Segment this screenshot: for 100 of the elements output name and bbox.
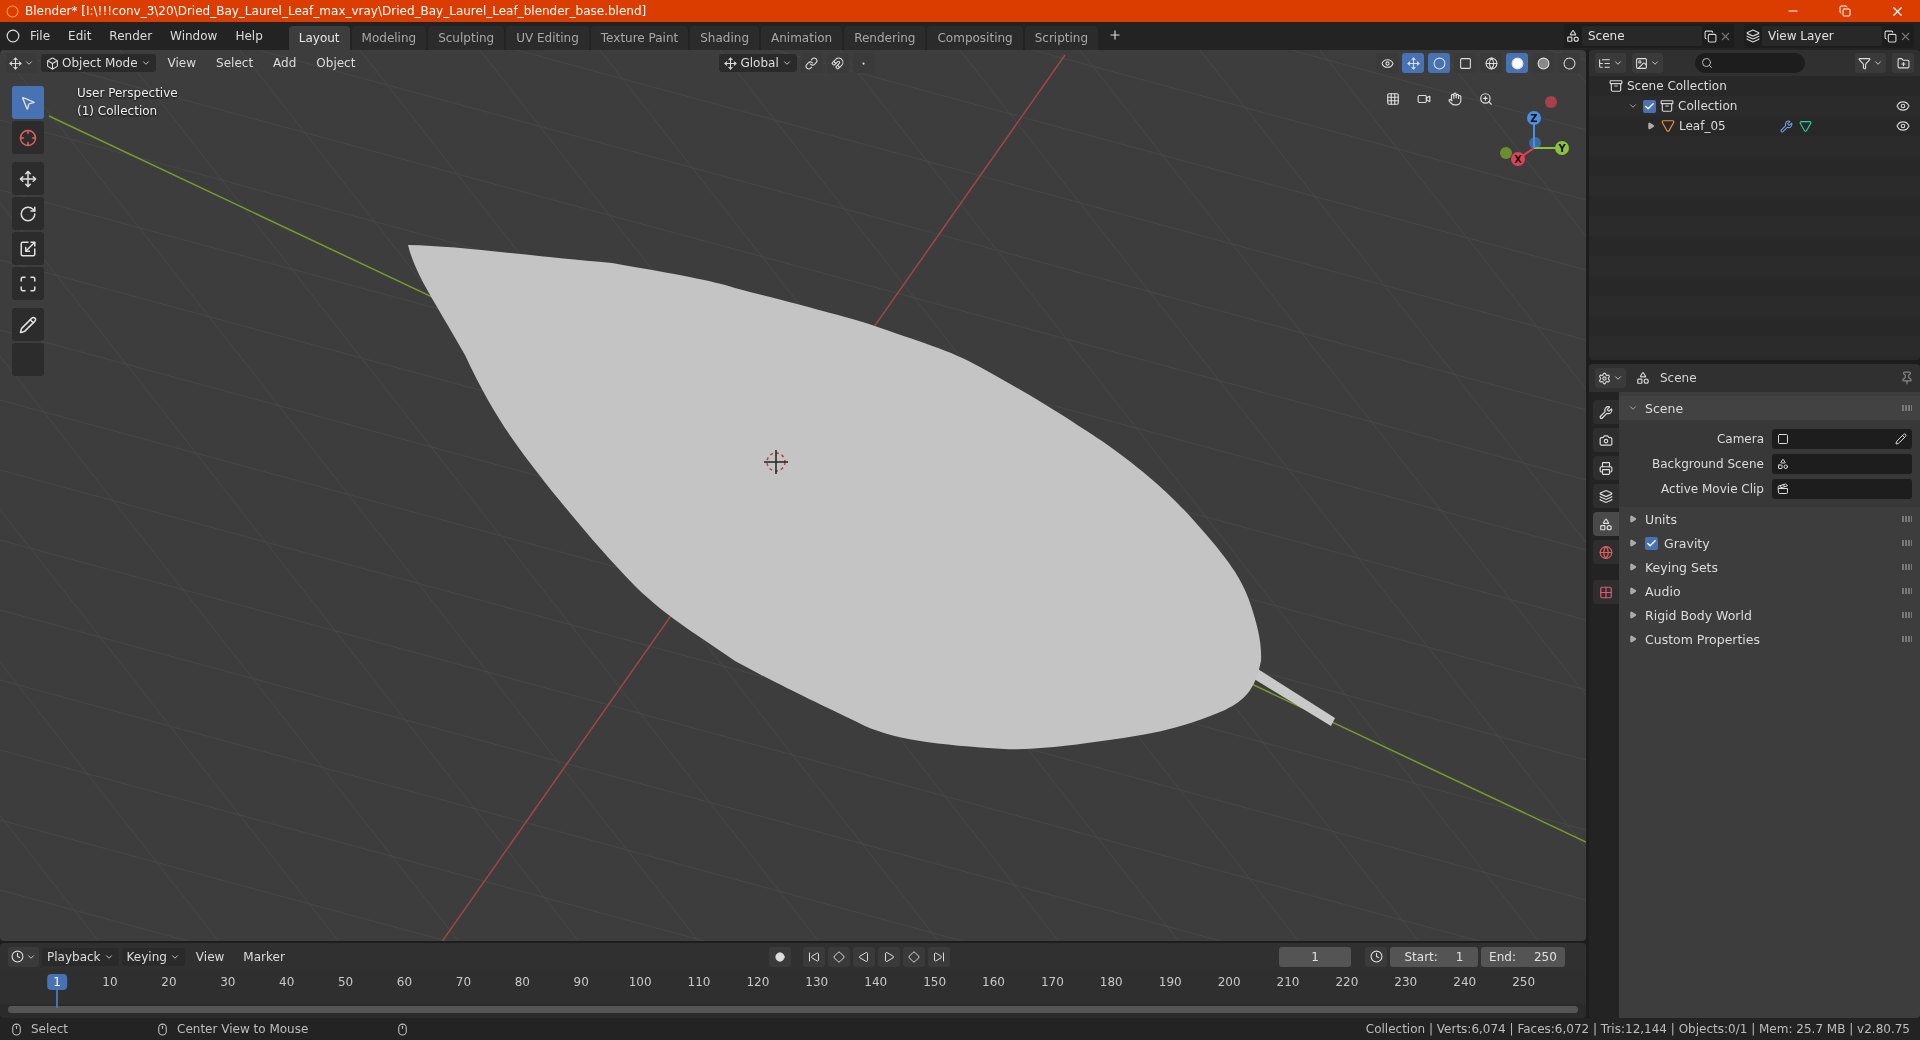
view-layer-selector[interactable]: View Layer — [1744, 24, 1914, 48]
current-frame-field[interactable]: 1 — [1279, 946, 1351, 967]
axis-gizmo[interactable]: X Y Z — [1490, 90, 1580, 170]
panel-header[interactable]: Rigid Body World — [1619, 603, 1920, 627]
workspace-tab[interactable]: Scripting — [1024, 26, 1099, 50]
workspace-tab[interactable]: Animation — [761, 26, 843, 50]
outliner-item-label[interactable]: Leaf_05 — [1679, 119, 1726, 133]
display-mode-button[interactable] — [1632, 53, 1663, 73]
panel-header[interactable]: Gravity — [1619, 531, 1920, 555]
overlay-button[interactable] — [1428, 53, 1450, 73]
timeline-dropdown[interactable]: Playback — [42, 947, 119, 966]
viewport-menu-item[interactable]: Add — [265, 53, 305, 73]
editor-type-button[interactable] — [1595, 53, 1626, 73]
outliner-item-label[interactable]: Collection — [1678, 99, 1738, 113]
mesh-icon — [1798, 119, 1812, 133]
workspace-tab[interactable]: Compositing — [927, 26, 1023, 50]
workspace-tab[interactable]: Sculpting — [428, 26, 505, 50]
collection-box-icon — [1609, 79, 1623, 93]
tool-button[interactable] — [12, 267, 44, 300]
shading-mode-button[interactable] — [1506, 53, 1528, 73]
viewport-menu-item[interactable]: Select — [208, 53, 262, 73]
field-label: Background Scene — [1651, 456, 1764, 471]
frame-number: 210 — [1275, 974, 1301, 990]
record-button[interactable] — [768, 946, 791, 967]
orientation-dropdown[interactable]: Global — [719, 54, 797, 72]
pencil-icon — [19, 315, 37, 334]
jump-start-button[interactable] — [802, 946, 825, 967]
object-mode-icon — [46, 56, 59, 70]
scene-field[interactable]: Scene — [1582, 26, 1702, 46]
panel-header[interactable]: Units — [1619, 507, 1920, 531]
tool-button[interactable] — [12, 162, 44, 195]
properties-tab[interactable] — [1593, 484, 1619, 508]
hand-icon — [1448, 91, 1462, 107]
workspace-tab[interactable]: Shading — [690, 26, 759, 50]
rotate-icon — [19, 204, 37, 223]
menu-item[interactable]: Help — [227, 26, 271, 46]
keyframe-icon — [907, 950, 920, 963]
new-collection-button[interactable] — [1892, 53, 1914, 73]
leaf-mesh[interactable] — [408, 245, 1335, 750]
editor-type-button[interactable] — [8, 946, 39, 967]
view-layer-field[interactable]: View Layer — [1762, 26, 1882, 46]
viewport-menu-item[interactable]: Object — [308, 53, 364, 73]
mouse-icon — [396, 1022, 410, 1036]
search-field[interactable] — [1695, 53, 1805, 73]
workspace-tab[interactable]: Modeling — [351, 26, 427, 50]
caret-icon — [1613, 373, 1623, 383]
input-field[interactable] — [1772, 428, 1912, 449]
properties-tab[interactable] — [1593, 428, 1619, 452]
editor-type-button[interactable] — [1595, 368, 1626, 388]
menu-item[interactable]: Window — [162, 26, 226, 46]
input-field[interactable] — [1772, 478, 1912, 499]
properties-tab[interactable] — [1593, 400, 1619, 424]
tool-button[interactable] — [12, 232, 44, 265]
gizmo-button[interactable] — [1402, 53, 1424, 73]
eye-icon — [1896, 99, 1910, 113]
frame-number: 50 — [336, 974, 355, 990]
timeline-dropdown[interactable]: Keying — [121, 947, 185, 966]
workspace-tab[interactable]: UV Editing — [506, 26, 589, 50]
menu-item[interactable]: Edit — [60, 26, 100, 46]
properties-tab[interactable] — [1593, 456, 1619, 480]
mode-dropdown[interactable]: Object Mode — [41, 54, 156, 72]
frame-number: 140 — [863, 974, 889, 990]
copy-icon — [1884, 29, 1897, 43]
frame-number: 120 — [745, 974, 771, 990]
tool-button[interactable] — [12, 197, 44, 230]
prev-keyframe-button[interactable] — [827, 946, 850, 967]
viewport-menu-item[interactable]: View — [159, 53, 205, 73]
3d-viewport[interactable]: Object Mode View Select Add Object Global User Perspective (1) Collection X Y Z — [0, 50, 1586, 941]
end-frame-field[interactable]: End: 250 — [1481, 946, 1565, 967]
filter-button[interactable] — [1855, 53, 1886, 73]
jump-end-button[interactable] — [927, 946, 950, 967]
preview-range-button[interactable] — [1365, 946, 1387, 967]
input-field[interactable] — [1772, 453, 1912, 474]
outliner-item-label[interactable]: Scene Collection — [1627, 79, 1727, 93]
start-frame-field[interactable]: Start: 1 — [1390, 946, 1478, 967]
scene-selector[interactable]: Scene — [1564, 24, 1734, 48]
workspace-tab[interactable]: Texture Paint — [590, 26, 689, 50]
menu-item[interactable]: File — [22, 26, 59, 46]
menu-item[interactable]: Render — [101, 26, 161, 46]
panel-header[interactable]: Scene — [1619, 396, 1920, 420]
timeline-menu-item[interactable]: View — [187, 946, 233, 967]
checkbox[interactable] — [1645, 536, 1658, 550]
workspace-tab[interactable]: Layout — [288, 26, 350, 50]
checkbox[interactable] — [1643, 99, 1656, 113]
timeline-menu-item[interactable]: Marker — [235, 946, 293, 967]
disclosure-arrow[interactable] — [1645, 122, 1657, 130]
collapsed-arrow-icon — [1629, 563, 1637, 571]
frame-number: 20 — [160, 974, 178, 990]
play-button[interactable] — [877, 946, 900, 967]
tool-button[interactable] — [12, 308, 44, 341]
workspace-tab[interactable]: Rendering — [844, 26, 926, 50]
next-keyframe-button[interactable] — [902, 946, 925, 967]
eye-icon — [1380, 56, 1394, 70]
timeline-scrollbar[interactable] — [8, 1006, 1578, 1013]
scene-icon — [1636, 371, 1650, 385]
panel-header[interactable]: Custom Properties — [1619, 627, 1920, 651]
properties-tab[interactable] — [1593, 512, 1619, 536]
panel-header[interactable]: Audio — [1619, 579, 1920, 603]
panel-header[interactable]: Keying Sets — [1619, 555, 1920, 579]
play-reverse-button[interactable] — [852, 946, 875, 967]
